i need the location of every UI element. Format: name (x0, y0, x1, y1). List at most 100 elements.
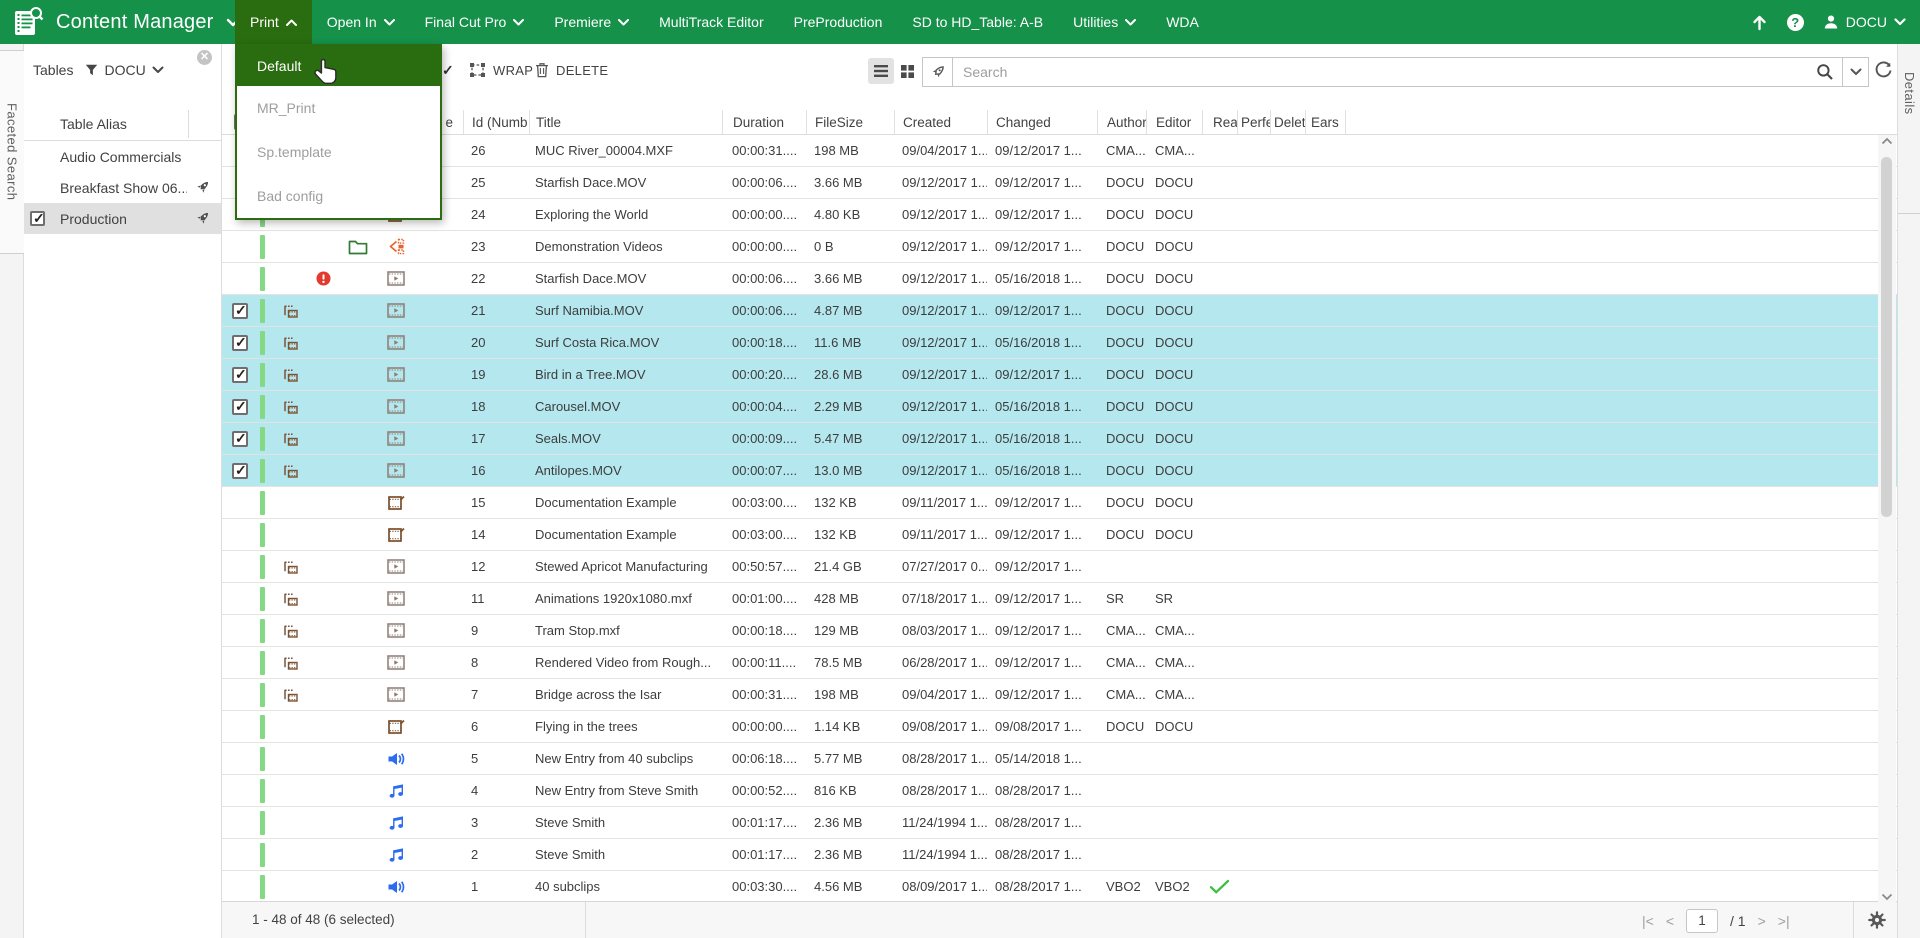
menu-wda[interactable]: WDA (1151, 0, 1214, 44)
page-number-input[interactable]: 1 (1686, 909, 1718, 933)
table-row[interactable]: 8Rendered Video from Rough...00:00:11...… (222, 647, 1897, 679)
faceted-search-tab[interactable]: Faceted Search (0, 50, 24, 254)
cell-spacer (1345, 551, 1897, 582)
table-row[interactable]: 24Exploring the World00:00:00....4.80 KB… (222, 199, 1897, 231)
print-menu-item-mr-print[interactable]: MR_Print (237, 86, 440, 130)
first-page-icon[interactable]: |< (1642, 913, 1654, 929)
table-row[interactable]: 140 subclips00:03:30....4.56 MB08/09/201… (222, 871, 1897, 901)
vertical-scrollbar[interactable] (1878, 135, 1896, 903)
next-page-icon[interactable]: > (1758, 913, 1766, 929)
table-row[interactable]: 23Demonstration Videos00:00:00....0 B09/… (222, 231, 1897, 263)
column-header-ears[interactable]: Ears (1305, 110, 1345, 134)
table-row[interactable]: 19Bird in a Tree.MOV00:00:20....28.6 MB0… (222, 359, 1897, 391)
cell-read (1202, 327, 1237, 358)
column-header-perfe[interactable]: Perfe (1237, 110, 1270, 134)
row-checkbox[interactable] (232, 303, 248, 319)
print-dropdown-menu: DefaultMR_PrintSp.templateBad config (235, 44, 442, 220)
sidebar-column-header[interactable]: Table Alias (60, 116, 127, 132)
user-menu[interactable]: DOCU (1823, 14, 1906, 30)
menu-sd-to-hd-table-a-b[interactable]: SD to HD_Table: A-B (897, 0, 1058, 44)
scroll-down-icon[interactable] (1881, 893, 1893, 901)
menu-multitrack-editor[interactable]: MultiTrack Editor (644, 0, 779, 44)
help-icon[interactable]: ? (1787, 14, 1804, 31)
menu-utilities[interactable]: Utilities (1058, 0, 1151, 44)
column-header-id[interactable]: Id (Numb (463, 110, 529, 134)
wrap-button[interactable]: WRAP (469, 62, 533, 78)
menu-open-in[interactable]: Open In (312, 0, 410, 44)
refresh-icon[interactable] (1874, 61, 1893, 80)
table-row[interactable]: 16Antilopes.MOV00:00:07....13.0 MB09/12/… (222, 455, 1897, 487)
row-folder-cell (336, 327, 380, 358)
upload-arrow-icon[interactable] (1751, 14, 1768, 31)
delete-button[interactable]: DELETE (535, 62, 608, 78)
row-checkbox[interactable] (232, 335, 248, 351)
row-checkbox[interactable] (232, 463, 248, 479)
sidebar-item-audio-commercials[interactable]: Audio Commercials (24, 141, 221, 172)
sidebar-filter-value[interactable]: DOCU (104, 62, 145, 78)
wrap-marquee-icon (469, 62, 486, 78)
row-checkbox[interactable] (232, 399, 248, 415)
sidebar-row-checkbox[interactable] (30, 211, 45, 226)
table-row[interactable]: 9Tram Stop.mxf00:00:18....129 MB08/03/20… (222, 615, 1897, 647)
app-brand[interactable]: Content Manager (0, 0, 235, 44)
search-rocket-icon[interactable] (923, 58, 953, 86)
sidebar-filter-chevron-down-icon[interactable] (152, 66, 164, 74)
table-row[interactable]: 26MUC River_00004.MXF00:00:31....198 MB0… (222, 135, 1897, 167)
video-clip-icon (387, 271, 405, 286)
search-options-chevron-down-icon[interactable] (1842, 58, 1868, 86)
scrollbar-thumb[interactable] (1881, 157, 1892, 517)
column-header-changed[interactable]: Changed (987, 110, 1097, 134)
column-header-author[interactable]: Author (1097, 110, 1146, 134)
sidebar-item-breakfast-show-06-[interactable]: Breakfast Show 06... (24, 172, 221, 203)
sidebar-item-production[interactable]: Production (24, 203, 221, 234)
print-menu-item-default[interactable]: Default (237, 46, 440, 86)
cell-duration: 00:00:11.... (722, 647, 806, 678)
row-checkbox[interactable] (232, 367, 248, 383)
filter-funnel-icon[interactable] (85, 64, 98, 76)
column-header-duration[interactable]: Duration (722, 110, 806, 134)
previous-page-icon[interactable]: < (1666, 913, 1674, 929)
table-row[interactable]: 3Steve Smith00:01:17....2.36 MB11/24/199… (222, 807, 1897, 839)
list-view-toggle[interactable] (868, 58, 894, 84)
cell-id: 3 (463, 807, 529, 838)
menu-preproduction[interactable]: PreProduction (779, 0, 898, 44)
cell-created: 11/24/1994 1... (894, 839, 987, 870)
table-row[interactable]: 17Seals.MOV00:00:09....5.47 MB09/12/2017… (222, 423, 1897, 455)
sidebar-close-icon[interactable]: ✕ (197, 50, 212, 65)
table-row[interactable]: 15Documentation Example00:03:00....132 K… (222, 487, 1897, 519)
table-row[interactable]: 14Documentation Example00:03:00....132 K… (222, 519, 1897, 551)
table-row[interactable]: 11Animations 1920x1080.mxf00:01:00....42… (222, 583, 1897, 615)
scroll-up-icon[interactable] (1881, 137, 1893, 145)
column-header-read[interactable]: Read (1202, 110, 1237, 134)
row-checkbox[interactable] (232, 431, 248, 447)
table-row[interactable]: 6Flying in the trees00:00:00....1.14 KB0… (222, 711, 1897, 743)
details-tab[interactable]: Details (1898, 44, 1920, 214)
table-row[interactable]: 7Bridge across the Isar00:00:31....198 M… (222, 679, 1897, 711)
menu-print[interactable]: Print (235, 0, 312, 44)
table-row[interactable]: 25Starfish Dace.MOV00:00:06....3.66 MB09… (222, 167, 1897, 199)
cell-id: 12 (463, 551, 529, 582)
table-row[interactable]: 21Surf Namibia.MOV00:00:06....4.87 MB09/… (222, 295, 1897, 327)
settings-gear-icon[interactable] (1867, 910, 1887, 930)
column-header-editor[interactable]: Editor (1146, 110, 1202, 134)
table-row[interactable]: 18Carousel.MOV00:00:04....2.29 MB09/12/2… (222, 391, 1897, 423)
search-input[interactable] (953, 64, 1808, 80)
print-menu-item-bad-config[interactable]: Bad config (237, 174, 440, 218)
column-header-delet[interactable]: Delet (1270, 110, 1305, 134)
column-header-filesize[interactable]: FileSize (806, 110, 894, 134)
table-row[interactable]: 5New Entry from 40 subclips00:06:18....5… (222, 743, 1897, 775)
column-header-created[interactable]: Created (894, 110, 987, 134)
search-icon[interactable] (1808, 63, 1842, 81)
grid-view-toggle[interactable] (894, 58, 920, 84)
toolbar-check-icon[interactable]: ✓ (442, 62, 454, 79)
column-header-title[interactable]: Title (529, 110, 722, 134)
menu-final-cut-pro[interactable]: Final Cut Pro (410, 0, 540, 44)
table-row[interactable]: 2Steve Smith00:01:17....2.36 MB11/24/199… (222, 839, 1897, 871)
print-menu-item-sp-template[interactable]: Sp.template (237, 130, 440, 174)
table-row[interactable]: 20Surf Costa Rica.MOV00:00:18....11.6 MB… (222, 327, 1897, 359)
menu-premiere[interactable]: Premiere (539, 0, 644, 44)
table-row[interactable]: 4New Entry from Steve Smith00:00:52....8… (222, 775, 1897, 807)
table-row[interactable]: 22Starfish Dace.MOV00:00:06....3.66 MB09… (222, 263, 1897, 295)
table-row[interactable]: 12Stewed Apricot Manufacturing00:50:57..… (222, 551, 1897, 583)
last-page-icon[interactable]: >| (1778, 913, 1790, 929)
